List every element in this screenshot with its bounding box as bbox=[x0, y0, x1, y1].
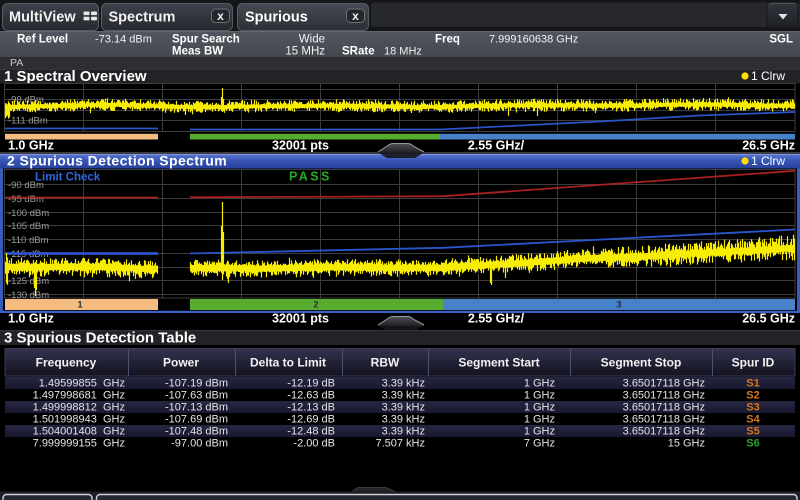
svg-text:1 GHz: 1 GHz bbox=[524, 425, 555, 437]
svg-text:-110 dBm: -110 dBm bbox=[8, 235, 49, 246]
svg-text:15 MHz: 15 MHz bbox=[285, 46, 325, 58]
svg-text:-107.63 dBm: -107.63 dBm bbox=[165, 389, 228, 401]
svg-text:7 GHz: 7 GHz bbox=[524, 437, 555, 449]
svg-text:Ref Level: Ref Level bbox=[17, 34, 68, 46]
svg-text:Frequency: Frequency bbox=[36, 356, 97, 370]
svg-text:Power: Power bbox=[163, 356, 199, 370]
svg-text:1.49599855 GHz: 1.49599855 GHz bbox=[39, 377, 125, 389]
svg-text:-12.13 dB: -12.13 dB bbox=[287, 401, 335, 413]
svg-text:32001 pts: 32001 pts bbox=[272, 312, 329, 326]
svg-text:1 GHz: 1 GHz bbox=[524, 401, 555, 413]
svg-text:3: 3 bbox=[616, 300, 621, 310]
svg-text:26.5 GHz: 26.5 GHz bbox=[742, 312, 795, 326]
svg-text:-125 dBm: -125 dBm bbox=[8, 276, 49, 287]
svg-text:1.504001408 GHz: 1.504001408 GHz bbox=[33, 425, 125, 437]
svg-text:2.55 GHz/: 2.55 GHz/ bbox=[468, 139, 525, 153]
svg-text:3.65017118 GHz: 3.65017118 GHz bbox=[623, 413, 705, 425]
svg-text:1 GHz: 1 GHz bbox=[524, 413, 555, 425]
svg-text:-111 dBm: -111 dBm bbox=[8, 116, 48, 127]
svg-text:-107.69 dBm: -107.69 dBm bbox=[165, 413, 228, 425]
svg-text:1 GHz: 1 GHz bbox=[524, 389, 555, 401]
svg-text:-12.19 dB: -12.19 dB bbox=[287, 377, 335, 389]
svg-text:1.501998943 GHz: 1.501998943 GHz bbox=[33, 413, 125, 425]
svg-text:-73.14 dBm: -73.14 dBm bbox=[95, 34, 152, 46]
svg-text:-12.48 dB: -12.48 dB bbox=[287, 425, 335, 437]
svg-text:1 Spectral Overview: 1 Spectral Overview bbox=[4, 68, 147, 85]
svg-text:26.5 GHz: 26.5 GHz bbox=[742, 139, 795, 153]
svg-text:Spur Search: Spur Search bbox=[172, 34, 240, 46]
svg-text:2 Spurious Detection Spectrum: 2 Spurious Detection Spectrum bbox=[7, 153, 227, 169]
svg-text:1.497998681 GHz: 1.497998681 GHz bbox=[33, 389, 125, 401]
svg-text:3.39 kHz: 3.39 kHz bbox=[382, 425, 425, 437]
svg-text:Spurious: Spurious bbox=[245, 10, 308, 26]
svg-text:3.65017118 GHz: 3.65017118 GHz bbox=[623, 401, 705, 413]
svg-text:3.39 kHz: 3.39 kHz bbox=[382, 401, 425, 413]
svg-text:SGL: SGL bbox=[769, 34, 793, 46]
svg-text:32001 pts: 32001 pts bbox=[272, 139, 329, 153]
svg-text:-107.19 dBm: -107.19 dBm bbox=[165, 377, 228, 389]
svg-text:1.499998812 GHz: 1.499998812 GHz bbox=[33, 401, 125, 413]
svg-text:S5: S5 bbox=[746, 425, 759, 437]
svg-text:15 GHz: 15 GHz bbox=[668, 437, 705, 449]
svg-text:1.0 GHz: 1.0 GHz bbox=[8, 312, 54, 326]
svg-text:7.999999155 GHz: 7.999999155 GHz bbox=[33, 437, 125, 449]
svg-text:x: x bbox=[352, 9, 359, 23]
svg-text:-2.00 dB: -2.00 dB bbox=[293, 437, 335, 449]
svg-text:S3: S3 bbox=[746, 401, 759, 413]
svg-text:-12.63 dB: -12.63 dB bbox=[287, 389, 335, 401]
svg-text:3.39 kHz: 3.39 kHz bbox=[382, 377, 425, 389]
svg-text:1: 1 bbox=[77, 300, 82, 310]
svg-text:Spur ID: Spur ID bbox=[732, 356, 775, 370]
svg-text:2.55 GHz/: 2.55 GHz/ bbox=[468, 312, 525, 326]
svg-text:Freq: Freq bbox=[435, 34, 460, 46]
svg-text:1 Clrw: 1 Clrw bbox=[751, 69, 785, 83]
svg-text:S4: S4 bbox=[746, 413, 760, 425]
svg-text:18 MHz: 18 MHz bbox=[384, 46, 422, 58]
svg-text:S2: S2 bbox=[746, 389, 759, 401]
svg-text:7.507 kHz: 7.507 kHz bbox=[375, 437, 425, 449]
svg-text:Wide: Wide bbox=[299, 34, 325, 46]
svg-text:PASS: PASS bbox=[289, 170, 332, 184]
svg-text:-107.13 dBm: -107.13 dBm bbox=[165, 401, 228, 413]
svg-text:Limit Check: Limit Check bbox=[35, 172, 101, 184]
svg-text:-107.48 dBm: -107.48 dBm bbox=[165, 425, 228, 437]
svg-text:7.999160638 GHz: 7.999160638 GHz bbox=[489, 34, 578, 46]
svg-text:Spectrum: Spectrum bbox=[109, 10, 176, 26]
svg-text:-12.69 dB: -12.69 dB bbox=[287, 413, 335, 425]
svg-text:Segment Stop: Segment Stop bbox=[601, 356, 682, 370]
svg-text:-97.00 dBm: -97.00 dBm bbox=[171, 437, 228, 449]
svg-text:3.65017118 GHz: 3.65017118 GHz bbox=[623, 377, 705, 389]
svg-text:Meas BW: Meas BW bbox=[172, 46, 223, 58]
svg-text:1 Clrw: 1 Clrw bbox=[751, 154, 785, 168]
svg-text:1.0 GHz: 1.0 GHz bbox=[8, 139, 54, 153]
svg-text:3.65017118 GHz: 3.65017118 GHz bbox=[623, 425, 705, 437]
svg-text:-95 dBm: -95 dBm bbox=[8, 194, 44, 205]
svg-text:Delta to Limit: Delta to Limit bbox=[250, 356, 326, 370]
svg-text:MultiView: MultiView bbox=[9, 10, 76, 26]
svg-text:2: 2 bbox=[313, 300, 318, 310]
svg-text:3 Spurious Detection Table: 3 Spurious Detection Table bbox=[4, 330, 196, 347]
svg-text:SRate: SRate bbox=[342, 46, 375, 58]
svg-text:-100 dBm: -100 dBm bbox=[8, 208, 49, 219]
svg-text:Segment Start: Segment Start bbox=[458, 356, 539, 370]
svg-text:3.39 kHz: 3.39 kHz bbox=[382, 389, 425, 401]
svg-text:x: x bbox=[217, 9, 224, 23]
svg-text:S1: S1 bbox=[746, 377, 759, 389]
svg-text:3.65017118 GHz: 3.65017118 GHz bbox=[623, 389, 705, 401]
svg-text:S6: S6 bbox=[746, 437, 759, 449]
svg-text:3.39 kHz: 3.39 kHz bbox=[382, 413, 425, 425]
svg-text:RBW: RBW bbox=[371, 356, 400, 370]
svg-text:-105 dBm: -105 dBm bbox=[8, 221, 49, 232]
svg-text:1 GHz: 1 GHz bbox=[524, 377, 555, 389]
